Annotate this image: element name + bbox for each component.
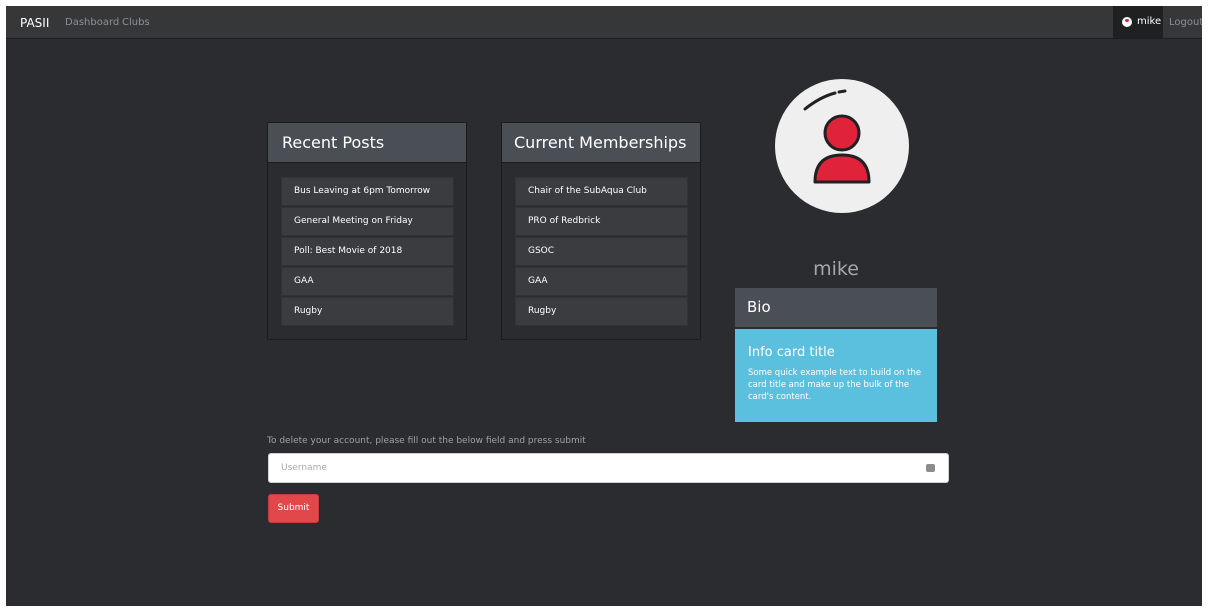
app-window: PASII Dashboard Clubs mike Logout Recent…: [6, 6, 1202, 606]
bio-card: Bio Info card title Some quick example t…: [735, 288, 937, 422]
user-avatar-icon: [803, 89, 871, 184]
post-item[interactable]: Bus Leaving at 6pm Tomorrow: [281, 177, 454, 206]
recent-posts-title: Recent Posts: [282, 133, 385, 152]
submit-button[interactable]: Submit: [268, 494, 319, 523]
nav-link-clubs[interactable]: Clubs: [122, 17, 150, 28]
info-card-text: Some quick example text to build on the …: [748, 368, 922, 402]
profile-name: mike: [813, 258, 859, 280]
membership-item[interactable]: GSOC: [515, 237, 688, 266]
navbar: PASII Dashboard Clubs mike Logout: [6, 6, 1202, 39]
delete-account-instruction: To delete your account, please fill out …: [267, 436, 586, 446]
autofill-key-icon[interactable]: [926, 464, 935, 472]
info-card-title: Info card title: [748, 345, 835, 360]
membership-item[interactable]: Chair of the SubAqua Club: [515, 177, 688, 206]
recent-posts-header: Recent Posts: [268, 123, 466, 163]
memberships-title: Current Memberships: [514, 133, 687, 152]
user-icon: [1122, 17, 1132, 27]
username-field[interactable]: [268, 453, 949, 483]
bio-header: Bio: [735, 288, 937, 327]
post-item[interactable]: Rugby: [281, 297, 454, 326]
post-item[interactable]: Poll: Best Movie of 2018: [281, 237, 454, 266]
profile-avatar: [775, 79, 909, 213]
memberships-list: Chair of the SubAqua Club PRO of Redbric…: [515, 177, 688, 327]
nav-link-dashboard[interactable]: Dashboard: [65, 17, 119, 28]
recent-posts-card: Recent Posts Bus Leaving at 6pm Tomorrow…: [267, 122, 467, 340]
nav-username: mike: [1137, 16, 1162, 27]
membership-item[interactable]: Rugby: [515, 297, 688, 326]
post-item[interactable]: General Meeting on Friday: [281, 207, 454, 236]
info-card: Info card title Some quick example text …: [735, 329, 937, 422]
membership-item[interactable]: PRO of Redbrick: [515, 207, 688, 236]
brand-link[interactable]: PASII: [20, 16, 49, 30]
recent-posts-list: Bus Leaving at 6pm Tomorrow General Meet…: [281, 177, 454, 327]
post-item[interactable]: GAA: [281, 267, 454, 296]
logout-link[interactable]: Logout: [1169, 17, 1202, 28]
memberships-card: Current Memberships Chair of the SubAqua…: [501, 122, 701, 340]
bio-title: Bio: [747, 298, 771, 316]
username-input[interactable]: [269, 454, 921, 482]
nav-user-menu[interactable]: mike: [1113, 6, 1163, 38]
membership-item[interactable]: GAA: [515, 267, 688, 296]
memberships-header: Current Memberships: [502, 123, 700, 163]
